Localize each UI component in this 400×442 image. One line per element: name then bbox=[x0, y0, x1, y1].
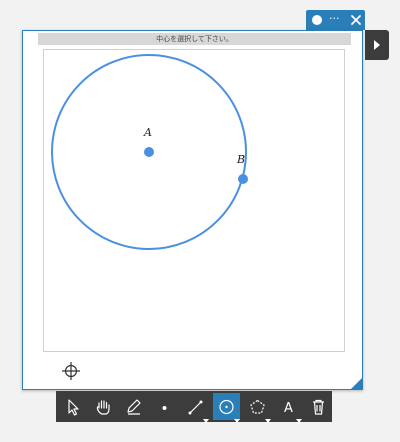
side-panel-toggle[interactable] bbox=[365, 30, 389, 60]
more-icon[interactable]: ··· bbox=[329, 12, 340, 26]
text-tool-label: A bbox=[284, 401, 293, 416]
hint-bar: 中心を選択して下さい。 bbox=[38, 33, 351, 45]
line-icon bbox=[188, 400, 203, 415]
window-tab: ··· bbox=[306, 10, 365, 30]
circle-icon bbox=[219, 399, 234, 415]
line-tool[interactable] bbox=[182, 393, 209, 423]
chevron-down-icon bbox=[265, 419, 271, 423]
chevron-right-icon bbox=[374, 40, 380, 50]
select-tool[interactable] bbox=[59, 393, 86, 420]
drawing-canvas[interactable]: A B bbox=[43, 49, 345, 352]
close-icon[interactable] bbox=[349, 13, 363, 27]
cursor-icon bbox=[68, 399, 79, 416]
drawing-toolbar: A bbox=[56, 391, 332, 423]
chevron-down-icon bbox=[234, 419, 240, 423]
trash-icon bbox=[313, 399, 324, 415]
hand-icon bbox=[96, 400, 110, 415]
pentagon-icon bbox=[250, 399, 265, 414]
resize-handle[interactable] bbox=[350, 377, 363, 390]
label-a: A bbox=[143, 126, 152, 139]
chevron-down-icon bbox=[203, 419, 209, 423]
label-b: B bbox=[236, 153, 245, 166]
crosshair-icon[interactable] bbox=[62, 362, 80, 380]
center-point-a[interactable] bbox=[144, 147, 154, 157]
point-tool[interactable] bbox=[151, 393, 178, 420]
circle-point-b[interactable] bbox=[238, 174, 248, 184]
geometry-window: 中心を選択して下さい。 A B bbox=[22, 30, 363, 390]
pan-tool[interactable] bbox=[90, 393, 117, 420]
pen-tool[interactable] bbox=[120, 393, 147, 420]
point-icon bbox=[162, 406, 167, 410]
text-icon: A bbox=[284, 401, 293, 416]
delete-tool[interactable] bbox=[305, 393, 332, 420]
polygon-tool[interactable] bbox=[244, 393, 271, 423]
chevron-down-icon bbox=[296, 419, 302, 423]
circle-tool[interactable] bbox=[213, 393, 240, 423]
text-tool[interactable]: A bbox=[275, 393, 302, 423]
status-dot-icon[interactable] bbox=[312, 15, 322, 25]
pen-icon bbox=[127, 399, 141, 415]
